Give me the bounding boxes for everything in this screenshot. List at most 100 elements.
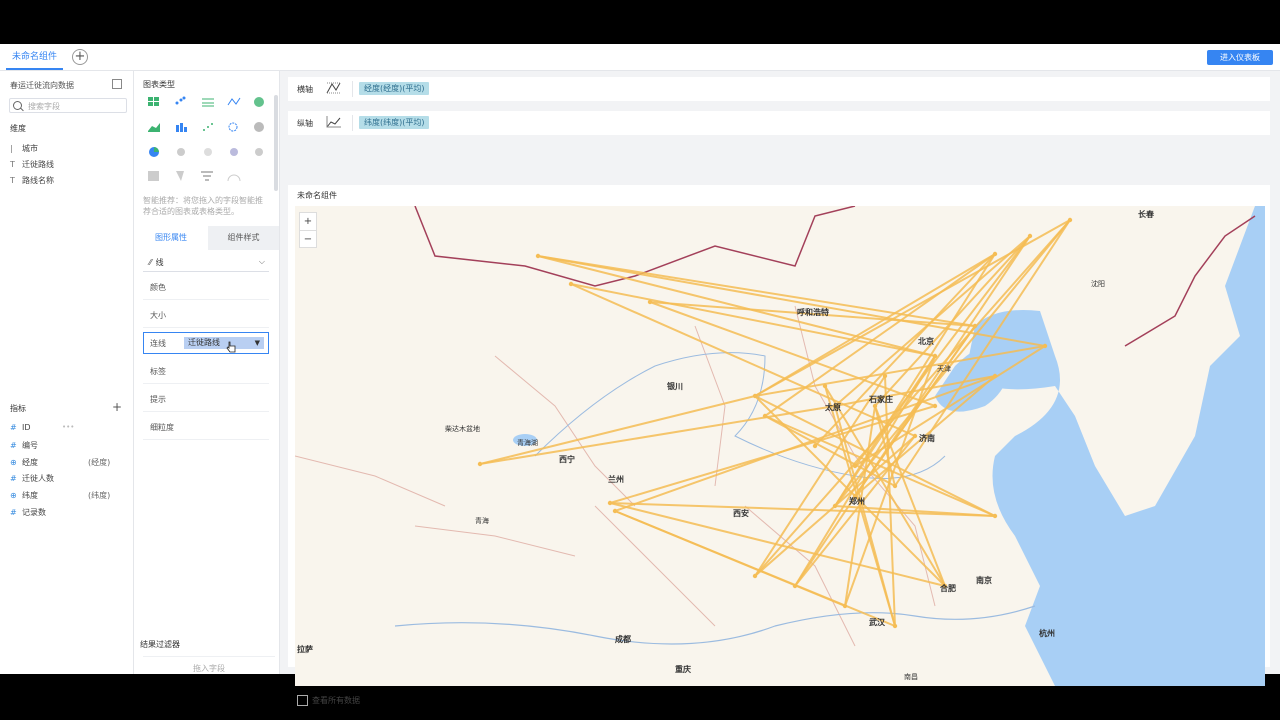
flow-endpoint[interactable] [1027, 233, 1033, 239]
chart-type-funnel-icon [201, 171, 213, 181]
checkbox-icon [297, 695, 308, 706]
property-granularity[interactable]: 细粒度 [143, 417, 269, 440]
flow-endpoint[interactable] [752, 573, 758, 579]
tab-component-style[interactable]: 组件样式 [208, 226, 279, 250]
field-search-input[interactable]: 搜索字段 [9, 98, 127, 113]
flow-line[interactable] [814, 253, 996, 447]
flow-endpoint[interactable] [992, 251, 998, 257]
flow-line[interactable] [614, 510, 846, 607]
measure-field[interactable]: # 记录数 [10, 507, 46, 518]
flow-line[interactable] [479, 405, 836, 465]
flow-endpoint[interactable] [992, 373, 998, 379]
chart-type-grid[interactable] [146, 95, 271, 205]
flow-line[interactable] [764, 415, 996, 517]
add-measure-button[interactable]: + [112, 400, 122, 414]
flow-endpoint[interactable] [1042, 343, 1048, 349]
map-canvas[interactable] [295, 206, 1265, 686]
number-icon: # [10, 423, 17, 432]
zoom-in-button[interactable]: + [300, 213, 316, 230]
chart-type-sphere-icon [254, 122, 264, 132]
chart-type-dashboard-icon [227, 174, 241, 182]
flow-endpoint[interactable] [812, 443, 818, 449]
property-connect-line[interactable]: 连线 迁徙路线 ▼ [143, 332, 269, 354]
flow-endpoint[interactable] [607, 500, 613, 506]
measure-field[interactable]: ⊕ 纬度 (纬度) [10, 490, 110, 501]
flow-endpoint[interactable] [612, 508, 618, 514]
flow-line[interactable] [609, 502, 996, 517]
x-axis-bar: 横轴 经度(经度)(平均) [288, 77, 1270, 101]
flow-endpoint[interactable] [535, 253, 541, 259]
flow-endpoint[interactable] [1067, 217, 1073, 223]
hand-cursor-icon [226, 341, 236, 353]
dimension-field[interactable]: T 迁徙路线 [10, 159, 54, 170]
flow-endpoint[interactable] [752, 393, 758, 399]
panel-divider[interactable]: ••• [62, 423, 74, 431]
chart-type-map3-icon [230, 148, 238, 156]
flow-endpoint[interactable] [882, 373, 888, 379]
flow-endpoint[interactable] [792, 583, 798, 589]
flow-endpoint[interactable] [647, 299, 653, 305]
x-axis-type-icon[interactable] [326, 81, 342, 95]
flow-endpoint[interactable] [822, 383, 828, 389]
flow-map[interactable]: 长春 沈阳 北京 天津 呼和浩特 银川 太原 石家庄 济南 西宁 兰州 西安 郑… [295, 206, 1265, 686]
text-field-icon: T [10, 160, 15, 169]
flow-endpoint[interactable] [892, 623, 898, 629]
flow-line[interactable] [479, 395, 756, 465]
tab-graph-properties[interactable]: 图形属性 [134, 226, 208, 250]
flow-endpoint[interactable] [992, 513, 998, 519]
city-label: 拉萨 [297, 645, 313, 654]
measure-field[interactable]: ⊕ 经度 (经度) [10, 457, 110, 468]
flow-endpoint[interactable] [972, 323, 978, 329]
flow-endpoint[interactable] [762, 413, 768, 419]
search-icon [13, 101, 22, 110]
flow-endpoint[interactable] [852, 463, 858, 469]
y-axis-field-pill[interactable]: 纬度(纬度)(平均) [359, 116, 430, 129]
sea-area [965, 206, 1265, 686]
flow-line[interactable] [609, 502, 946, 587]
flow-endpoint[interactable] [912, 433, 918, 439]
switch-dataset-icon[interactable] [112, 79, 122, 89]
chart-type-map-icon [177, 148, 185, 156]
flow-lines [477, 217, 1073, 629]
flow-endpoint[interactable] [832, 503, 838, 509]
measure-field[interactable]: # ID [10, 423, 31, 432]
filter-drop-area[interactable]: 拖入字段 [143, 656, 275, 697]
view-all-data-checkbox[interactable]: 查看所有数据 [297, 695, 360, 706]
x-axis-field-pill[interactable]: 经度(经度)(平均) [359, 82, 430, 95]
connect-line-field-pill[interactable]: 迁徙路线 ▼ [184, 337, 264, 349]
flow-line[interactable] [537, 255, 936, 357]
add-tab-button[interactable]: + [72, 49, 88, 65]
flow-endpoint[interactable] [477, 461, 483, 467]
chart-type-line-icon [227, 97, 241, 106]
flow-endpoint[interactable] [932, 353, 938, 359]
measure-field[interactable]: # 迁徙人数 [10, 473, 54, 484]
property-tooltip[interactable]: 提示 [143, 389, 269, 412]
enter-dashboard-button[interactable]: 进入仪表板 [1207, 50, 1273, 65]
y-axis-type-icon[interactable] [326, 115, 342, 129]
chart-type-bar-icon [176, 123, 187, 132]
chart-type-map2-icon [204, 148, 212, 156]
property-color[interactable]: 颜色 [143, 277, 269, 300]
city-label: 济南 [919, 434, 935, 443]
flow-endpoint[interactable] [568, 281, 574, 287]
flow-endpoint[interactable] [932, 403, 938, 409]
dataset-name[interactable]: 春运迁徙流向数据 [10, 80, 74, 91]
city-label: 兰州 [608, 475, 624, 484]
property-label[interactable]: 标签 [143, 361, 269, 384]
chart-type-scrollbar[interactable] [274, 95, 278, 191]
measure-field[interactable]: # 编号 [10, 440, 38, 451]
dimension-field[interactable]: | 城市 [10, 143, 38, 154]
dimension-field[interactable]: T 路线名称 [10, 175, 54, 186]
city-label: 南京 [976, 576, 992, 585]
mark-type-select[interactable]: ⁄⁄ 线 ⌵ [143, 257, 269, 272]
city-label: 西宁 [559, 455, 575, 464]
yangtze-river [394, 605, 1036, 645]
chart-type-funnel2-icon [176, 171, 184, 181]
chart-type-area2-icon [148, 123, 160, 132]
flow-endpoint[interactable] [842, 603, 848, 609]
tab-component[interactable]: 未命名组件 [6, 44, 64, 70]
zoom-out-button[interactable]: − [300, 231, 316, 248]
city-label: 天津 [937, 365, 951, 373]
flow-endpoint[interactable] [892, 483, 898, 489]
property-size[interactable]: 大小 [143, 305, 269, 328]
